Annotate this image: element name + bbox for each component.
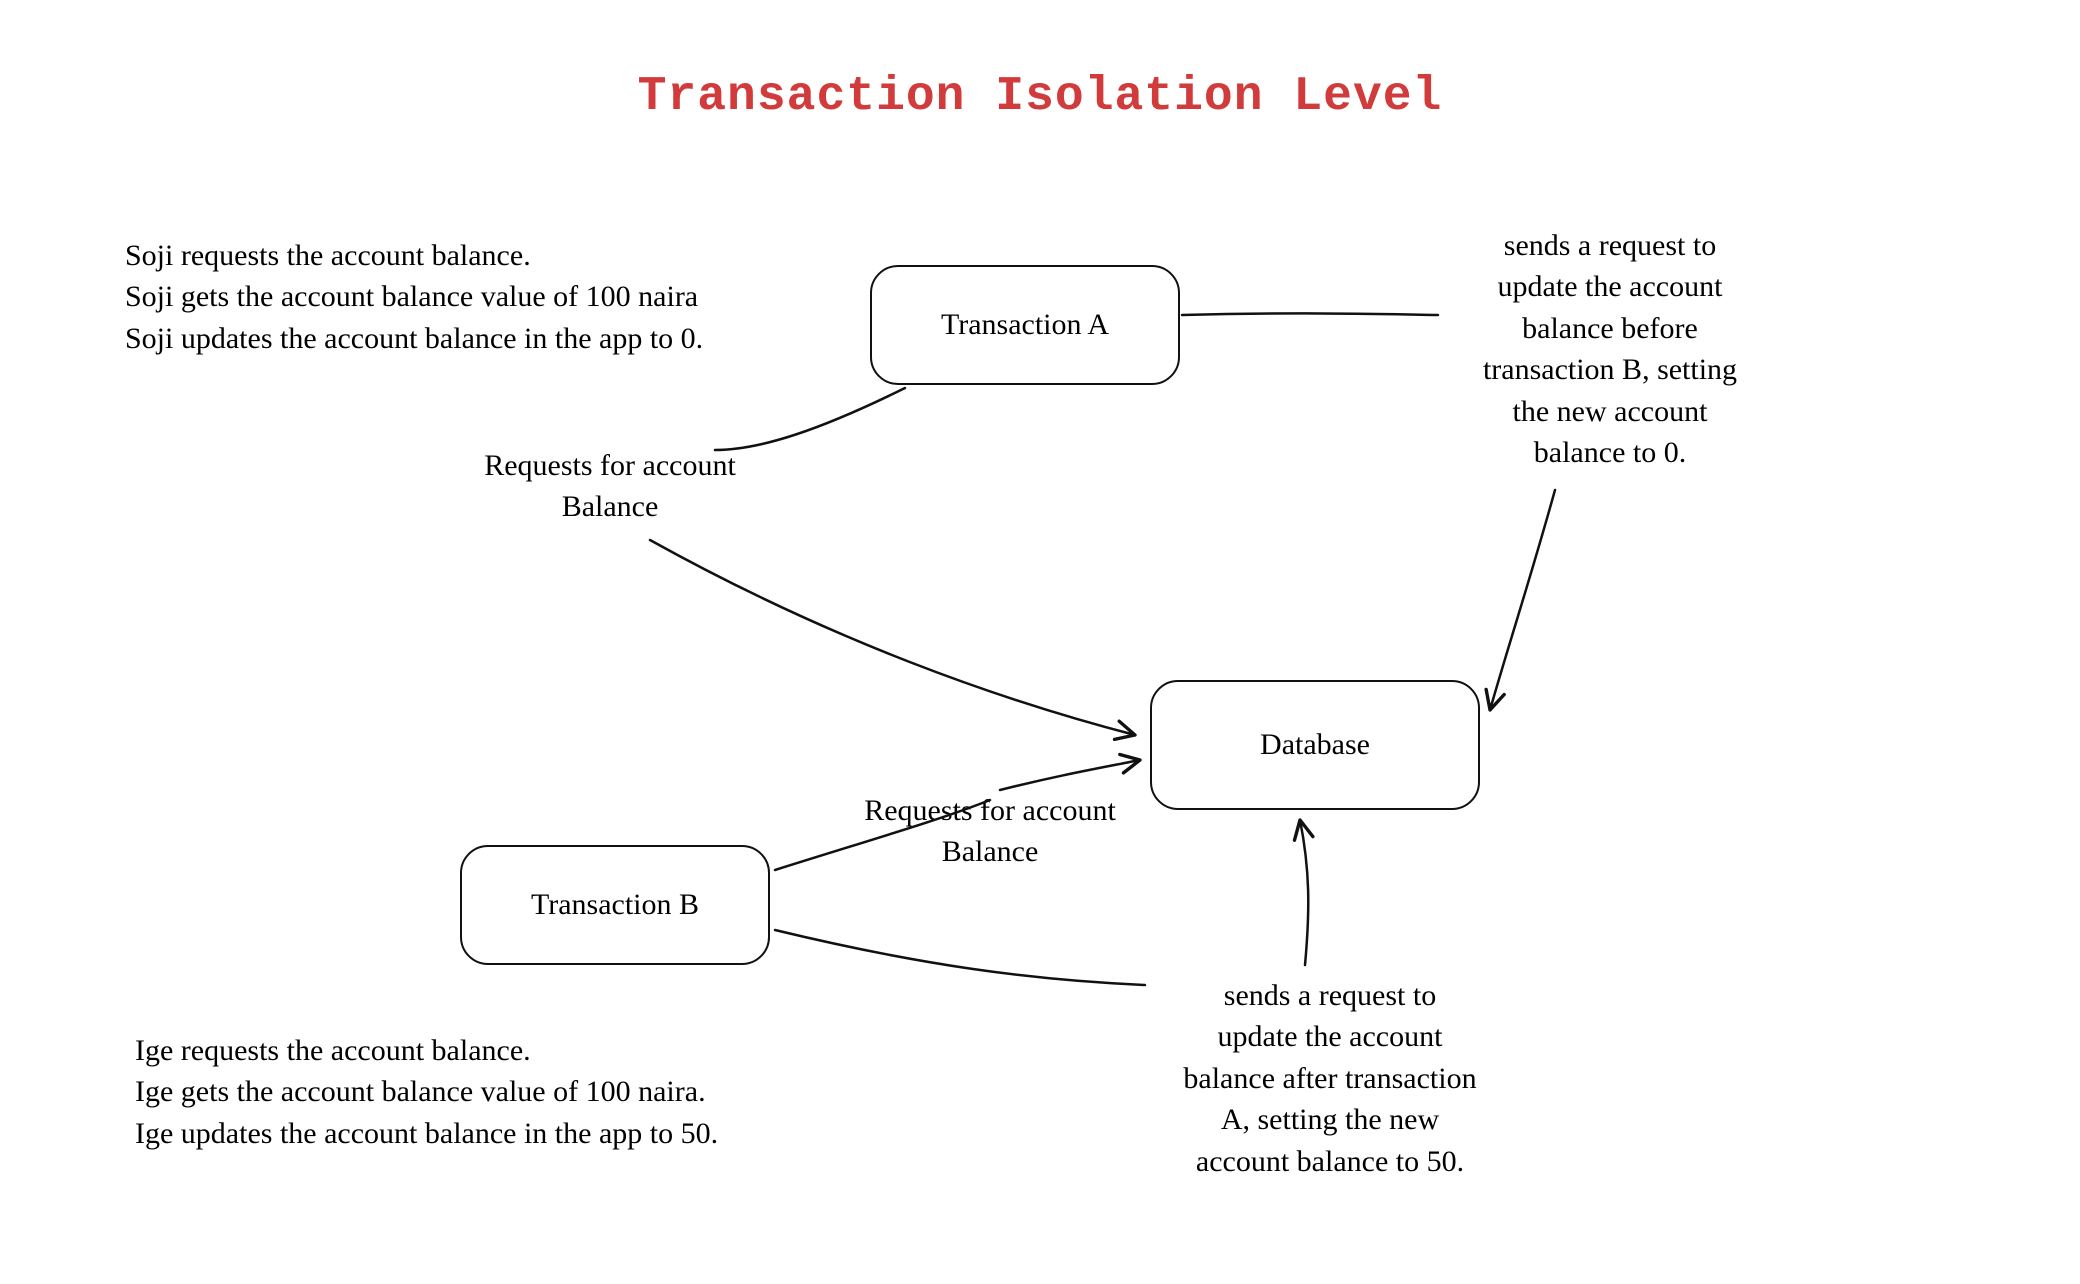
edge-transaction-a-to-update-text (1182, 313, 1438, 315)
edge-update-a-to-database (1490, 490, 1555, 710)
edge-label-b-to-database (1000, 760, 1140, 790)
edge-label-update-b: sends a request to update the account ba… (1150, 975, 1510, 1182)
edge-label-a-to-database (650, 540, 1135, 735)
node-transaction-a-label: Transaction A (941, 308, 1109, 342)
node-database: Database (1150, 680, 1480, 810)
diagram-canvas: Transaction Isolation Level Soji request… (0, 0, 2080, 1284)
edge-transaction-a-to-label (715, 388, 905, 450)
edge-transaction-b-to-update-text (775, 930, 1145, 985)
narration-a: Soji requests the account balance. Soji … (125, 235, 855, 359)
narration-b: Ige requests the account balance. Ige ge… (135, 1030, 865, 1154)
node-transaction-a: Transaction A (870, 265, 1180, 385)
edge-label-request-a: Requests for account Balance (440, 445, 780, 528)
diagram-title: Transaction Isolation Level (0, 70, 2080, 124)
node-transaction-b-label: Transaction B (531, 888, 699, 922)
node-transaction-b: Transaction B (460, 845, 770, 965)
edge-label-update-a: sends a request to update the account ba… (1440, 225, 1780, 473)
edge-label-request-b: Requests for account Balance (820, 790, 1160, 873)
edge-update-b-to-database (1300, 820, 1308, 965)
node-database-label: Database (1260, 728, 1370, 762)
